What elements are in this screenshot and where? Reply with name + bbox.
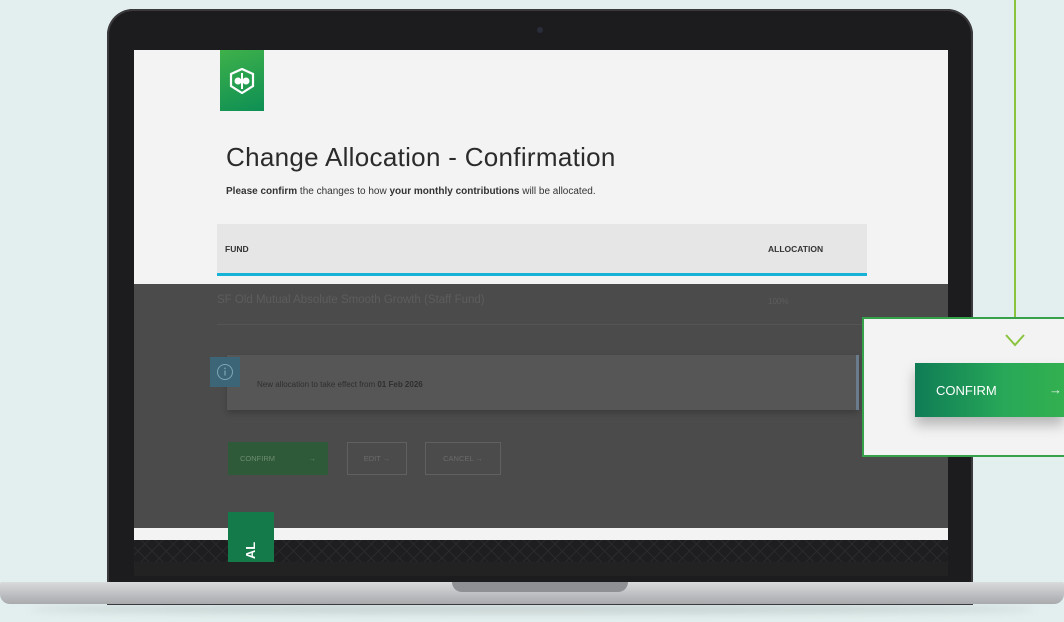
- info-circle-icon: [217, 364, 233, 380]
- brand-logo[interactable]: [220, 50, 264, 111]
- brand-emblem-icon: [229, 67, 255, 94]
- table-row-divider: [217, 324, 867, 325]
- notice-text: New allocation to take effect from 01 Fe…: [257, 380, 423, 389]
- column-header-allocation: ALLOCATION: [768, 244, 824, 254]
- subtitle-text-1: the changes to how: [297, 186, 390, 197]
- callout-line: [1014, 0, 1016, 345]
- table-header: FUND ALLOCATION: [217, 224, 867, 276]
- callout-arrow-down-icon: [1005, 334, 1025, 347]
- side-tab-label: AL: [243, 541, 259, 560]
- column-header-fund: FUND: [225, 244, 249, 254]
- page-title: Change Allocation - Confirmation: [226, 142, 616, 172]
- footer-bar: [134, 562, 948, 576]
- confirm-button[interactable]: CONFIRM →: [228, 442, 328, 475]
- side-tab[interactable]: AL: [228, 512, 274, 562]
- laptop-camera: [537, 27, 543, 33]
- info-icon: [210, 357, 240, 387]
- subtitle-text-2: will be allocated.: [519, 186, 596, 197]
- table-row-allocation-value: 100%: [768, 297, 789, 306]
- table-row-fund-name: SF Old Mutual Absolute Smooth Growth (St…: [217, 294, 485, 306]
- notice-date: 01 Feb 2026: [377, 380, 423, 389]
- callout-confirm-label: CONFIRM: [936, 382, 997, 398]
- callout-arrow-right-icon: →: [1049, 382, 1062, 397]
- callout-confirm-button[interactable]: CONFIRM: [915, 363, 1064, 417]
- subtitle-bold-contributions: your monthly contributions: [389, 186, 520, 197]
- laptop-screen: Change Allocation - Confirmation Please …: [134, 50, 948, 576]
- confirm-button-label: CONFIRM: [240, 454, 275, 463]
- arrow-right-icon: →: [308, 454, 317, 463]
- edit-button[interactable]: EDIT →: [347, 442, 407, 475]
- page-subtitle: Please confirm the changes to how your m…: [226, 186, 596, 197]
- laptop-shadow: [30, 604, 1034, 614]
- notice-message: New allocation to take effect from: [257, 380, 378, 389]
- laptop-base-notch: [452, 582, 628, 592]
- cancel-button[interactable]: CANCEL →: [425, 442, 501, 475]
- subtitle-bold-confirm: Please confirm: [226, 186, 298, 197]
